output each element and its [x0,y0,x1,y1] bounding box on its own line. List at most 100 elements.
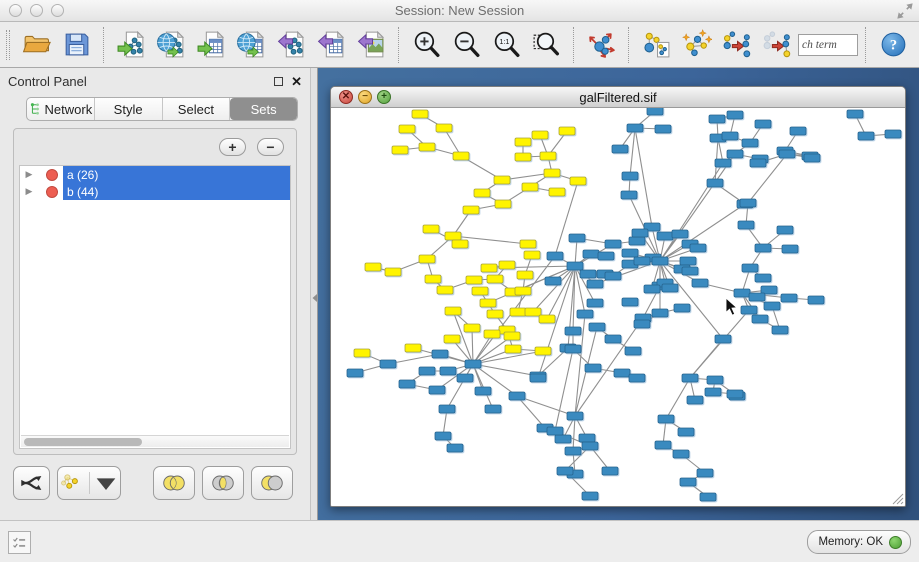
graph-node[interactable] [782,245,798,253]
graph-node[interactable] [547,427,563,435]
graph-node[interactable] [587,299,603,307]
graph-node[interactable] [652,257,668,265]
graph-node[interactable] [436,124,452,132]
graph-node[interactable] [742,139,758,147]
graph-node[interactable] [629,374,645,382]
graph-node[interactable] [380,360,396,368]
graph-node[interactable] [602,467,618,475]
intersect-sets-button[interactable] [202,466,244,500]
set-list-item[interactable]: ▶a (26) [20,166,290,183]
subtract-sets-button[interactable] [251,466,293,500]
graph-node[interactable] [621,191,637,199]
graph-node[interactable] [652,309,668,317]
graph-node[interactable] [577,310,593,318]
graph-node[interactable] [565,447,581,455]
graph-node[interactable] [569,234,585,242]
graph-node[interactable] [425,275,441,283]
graph-node[interactable] [535,347,551,355]
toolbar-grip[interactable] [6,30,10,60]
graph-node[interactable] [634,320,650,328]
tab-select[interactable]: Select [163,98,231,120]
graph-node[interactable] [475,387,491,395]
graph-node[interactable] [480,299,496,307]
graph-node[interactable] [734,289,750,297]
network-frame-titlebar[interactable]: ✕ − + galFiltered.sif [331,87,905,108]
graph-node[interactable] [445,307,461,315]
import-network-web-button[interactable] [151,26,191,64]
graph-node[interactable] [432,350,448,358]
graph-node[interactable] [399,125,415,133]
graph-node[interactable] [682,374,698,382]
graph-node[interactable] [680,478,696,486]
chevron-down-icon[interactable] [92,469,120,497]
frame-maximize-icon[interactable]: + [377,90,391,104]
tab-style[interactable]: Style [95,98,163,120]
graph-node[interactable] [495,200,511,208]
graph-node[interactable] [540,152,556,160]
graph-node[interactable] [749,293,765,301]
graph-node[interactable] [808,296,824,304]
graph-node[interactable] [622,172,638,180]
graph-node[interactable] [715,335,731,343]
graph-node[interactable] [585,364,601,372]
remove-set-button[interactable]: − [257,138,284,156]
graph-node[interactable] [614,369,630,377]
graph-node[interactable] [777,226,793,234]
graph-node[interactable] [690,244,706,252]
graph-node[interactable] [629,237,645,245]
network-canvas-svg[interactable] [331,108,905,506]
graph-node[interactable] [484,330,500,338]
hide-selected-button[interactable] [716,26,756,64]
graph-node[interactable] [559,127,575,135]
graph-node[interactable] [444,335,460,343]
graph-node[interactable] [555,435,571,443]
graph-node[interactable] [570,177,586,185]
graph-node[interactable] [647,108,663,115]
close-window-icon[interactable] [9,4,22,17]
graph-node[interactable] [738,221,754,229]
graph-node[interactable] [439,405,455,413]
fullscreen-arrows-icon[interactable] [897,3,913,19]
graph-node[interactable] [510,308,526,316]
new-network-from-selection-button[interactable] [636,26,676,64]
graph-node[interactable] [465,360,481,368]
graph-node[interactable] [530,374,546,382]
tab-network[interactable]: Network [27,98,95,120]
graph-node[interactable] [445,232,461,240]
graph-node[interactable] [419,143,435,151]
task-history-button[interactable] [8,531,31,554]
graph-node[interactable] [524,251,540,259]
memory-status-button[interactable]: Memory: OK [807,530,911,554]
graph-node[interactable] [707,376,723,384]
graph-node[interactable] [547,252,563,260]
resize-grip-icon[interactable] [891,492,904,505]
graph-node[interactable] [517,271,533,279]
graph-node[interactable] [472,287,488,295]
graph-node[interactable] [452,240,468,248]
graph-node[interactable] [790,127,806,135]
graph-node[interactable] [727,111,743,119]
graph-node[interactable] [692,279,708,287]
graph-node[interactable] [755,274,771,282]
graph-node[interactable] [457,374,473,382]
graph-node[interactable] [515,138,531,146]
graph-node[interactable] [565,345,581,353]
graph-node[interactable] [580,270,596,278]
graph-node[interactable] [399,380,415,388]
graph-node[interactable] [655,125,671,133]
frame-close-icon[interactable]: ✕ [339,90,353,104]
open-session-button[interactable] [16,26,56,64]
graph-node[interactable] [365,263,381,271]
graph-node[interactable] [700,493,716,501]
union-sets-button[interactable] [153,466,195,500]
graph-node[interactable] [440,367,456,375]
graph-node[interactable] [644,285,660,293]
graph-node[interactable] [678,428,694,436]
graph-node[interactable] [658,415,674,423]
graph-node[interactable] [522,183,538,191]
graph-node[interactable] [579,434,595,442]
export-table-button[interactable] [311,26,351,64]
float-window-icon[interactable] [274,77,283,86]
graph-node[interactable] [781,294,797,302]
graph-node[interactable] [847,110,863,118]
